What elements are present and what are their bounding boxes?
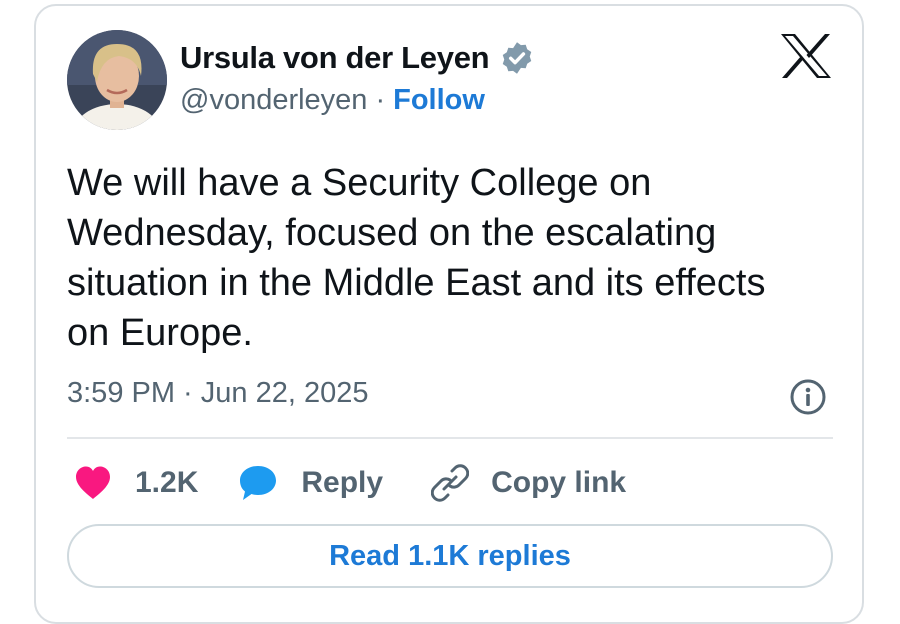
like-button[interactable]: 1.2K	[74, 465, 198, 501]
author-name[interactable]: Ursula von der Leyen	[180, 40, 490, 76]
info-icon[interactable]	[789, 378, 827, 416]
copy-link-button[interactable]: Copy link	[431, 464, 626, 502]
divider	[67, 437, 833, 439]
copy-link-label: Copy link	[491, 466, 627, 499]
reply-button[interactable]: Reply	[238, 464, 383, 502]
separator-dot: ·	[375, 84, 386, 116]
link-icon	[431, 464, 470, 502]
reply-bubble-icon	[240, 466, 277, 500]
avatar[interactable]	[67, 30, 167, 130]
tweet-text: We will have a Security College on Wedne…	[67, 162, 766, 354]
tweet-timestamp[interactable]: 3:59 PM · Jun 22, 2025	[67, 377, 368, 410]
reply-label: Reply	[301, 466, 384, 499]
x-logo-icon[interactable]	[780, 33, 832, 79]
follow-button[interactable]: Follow	[393, 84, 485, 117]
read-replies-button[interactable]: Read 1.1K replies	[67, 524, 833, 588]
heart-icon	[76, 466, 110, 499]
author-handle[interactable]: @vonderleyen	[180, 84, 367, 117]
author-handle-row: @vonderleyen · Follow	[180, 84, 485, 117]
author-name-row: Ursula von der Leyen	[180, 40, 535, 76]
verified-badge-icon	[503, 42, 532, 74]
like-count: 1.2K	[135, 466, 199, 499]
action-bar: 1.2K Reply Copy link	[74, 458, 626, 508]
